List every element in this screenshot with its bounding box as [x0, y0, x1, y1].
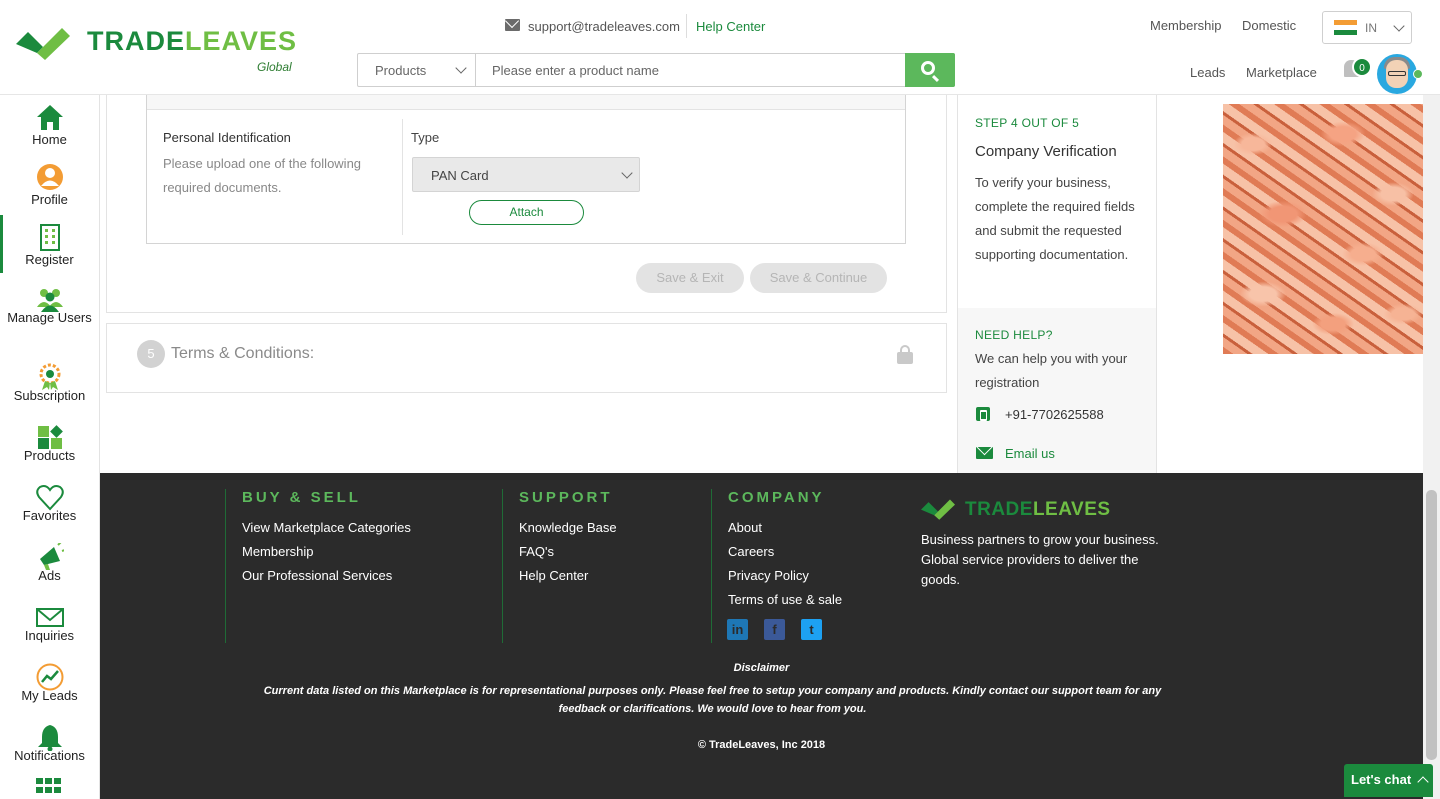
avatar-glasses — [1388, 71, 1406, 76]
chevron-down-icon — [455, 62, 467, 74]
sidebar-item-my-leads[interactable]: My Leads — [0, 657, 99, 715]
footer-link-careers[interactable]: Careers — [728, 544, 774, 559]
sidebar: Home Profile Register Manage Users Subsc… — [0, 95, 100, 799]
search-icon — [921, 61, 935, 75]
step-number-badge: 5 — [137, 340, 165, 368]
lock-icon — [897, 345, 913, 364]
disclaimer-text: Current data listed on this Marketplace … — [263, 685, 1162, 715]
footer-link-about[interactable]: About — [728, 520, 762, 535]
footer-support-heading: SUPPORT — [519, 489, 613, 506]
footer-column-divider — [502, 489, 503, 643]
sidebar-item-profile[interactable]: Profile — [0, 157, 99, 215]
linkedin-icon[interactable]: in — [727, 619, 748, 640]
save-continue-button[interactable]: Save & Continue — [750, 263, 887, 293]
footer-link-knowledge-base[interactable]: Knowledge Base — [519, 520, 617, 535]
sidebar-item-home[interactable]: Home — [0, 97, 99, 155]
sidebar-item-notifications[interactable]: Notifications — [0, 717, 99, 775]
sidebar-item-manage-users[interactable]: Manage Users — [0, 279, 99, 337]
terms-conditions-title: Terms & Conditions: — [171, 345, 315, 362]
sidebar-item-subscription[interactable]: Subscription — [0, 357, 99, 415]
footer-link-privacy-policy[interactable]: Privacy Policy — [728, 568, 809, 583]
scrollbar-thumb[interactable] — [1426, 490, 1437, 760]
type-label: Type — [411, 130, 440, 145]
sidebar-item-register[interactable]: Register — [0, 215, 99, 273]
need-help-title: NEED HELP? — [975, 328, 1053, 342]
domestic-link[interactable]: Domestic — [1242, 18, 1296, 33]
footer-link-professional-services[interactable]: Our Professional Services — [242, 568, 392, 583]
marketplace-link[interactable]: Marketplace — [1246, 65, 1317, 80]
help-center-link[interactable]: Help Center — [696, 19, 765, 34]
footer-link-membership[interactable]: Membership — [242, 544, 314, 559]
footer-link-terms-of-use[interactable]: Terms of use & sale — [728, 592, 842, 607]
disclaimer-title: Disclaimer — [733, 662, 790, 674]
company-verification-description: To verify your business, complete the re… — [975, 175, 1135, 262]
support-email-link[interactable]: support@tradeleaves.com — [528, 19, 680, 34]
footer-logo-icon[interactable] — [921, 498, 955, 520]
sidebar-item-ads[interactable]: Ads — [0, 537, 99, 595]
footer-company-heading: COMPANY — [728, 489, 825, 506]
copyright-text: © TradeLeaves, Inc 2018 — [697, 739, 826, 751]
grid-icon[interactable] — [36, 778, 62, 799]
logo-wordmark[interactable]: TRADELEAVES — [87, 26, 297, 57]
top-header: TRADELEAVES Global support@tradeleaves.c… — [0, 0, 1440, 95]
footer-column-divider — [711, 489, 712, 643]
leads-link[interactable]: Leads — [1190, 65, 1225, 80]
footer-link-faqs[interactable]: FAQ's — [519, 544, 554, 559]
tradeleaves-logo-icon[interactable] — [16, 26, 70, 60]
building-icon — [40, 224, 60, 251]
shrimp-product-image — [1223, 104, 1423, 354]
footer-column-divider — [225, 489, 226, 643]
need-help-description: We can help you with your registration — [975, 351, 1128, 390]
logo-subtitle: Global — [257, 60, 292, 74]
footer-buy-sell-heading: BUY & SELL — [242, 489, 361, 506]
sidebar-item-inquiries[interactable]: Inquiries — [0, 597, 99, 655]
notification-count-badge: 0 — [1352, 57, 1372, 77]
document-type-select[interactable]: PAN Card — [412, 157, 640, 192]
attach-button[interactable]: Attach — [469, 200, 584, 225]
search-button[interactable] — [905, 53, 955, 87]
step-progress-label: STEP 4 OUT OF 5 — [975, 116, 1080, 130]
personal-identification-description: Please upload one of the following requi… — [163, 156, 362, 195]
footer-logo-wordmark[interactable]: TRADELEAVES — [965, 499, 1111, 521]
email-icon — [976, 447, 993, 459]
support-phone-link[interactable]: +91-7702625588 — [1005, 407, 1104, 422]
sidebar-item-favorites[interactable]: Favorites — [0, 477, 99, 535]
user-avatar[interactable] — [1377, 54, 1417, 94]
mail-icon — [505, 19, 520, 31]
footer-link-marketplace-categories[interactable]: View Marketplace Categories — [242, 520, 411, 535]
search-input[interactable] — [478, 55, 898, 85]
profile-icon — [37, 164, 63, 190]
lets-chat-button[interactable]: Let's chat — [1344, 764, 1433, 797]
divider — [402, 119, 403, 235]
country-selector[interactable]: IN — [1322, 11, 1412, 44]
search-bar: Products — [357, 53, 955, 87]
personal-identification-title: Personal Identification — [163, 130, 291, 145]
india-flag-icon — [1334, 20, 1357, 35]
section-header-strip — [147, 95, 905, 110]
membership-link[interactable]: Membership — [1150, 18, 1222, 33]
search-category-select[interactable]: Products — [358, 54, 476, 86]
phone-icon — [976, 407, 990, 421]
chevron-down-icon — [621, 167, 633, 179]
twitter-icon[interactable]: t — [801, 619, 822, 640]
chevron-down-icon — [1393, 20, 1405, 32]
home-icon — [37, 105, 63, 130]
facebook-icon[interactable]: f — [764, 619, 785, 640]
email-us-link[interactable]: Email us — [1005, 446, 1055, 461]
sidebar-item-products[interactable]: Products — [0, 417, 99, 475]
divider — [686, 14, 687, 38]
chevron-up-icon — [1417, 776, 1429, 788]
company-verification-title: Company Verification — [975, 143, 1117, 160]
footer-tagline: Business partners to grow your business.… — [921, 532, 1159, 587]
footer-link-help-center[interactable]: Help Center — [519, 568, 588, 583]
online-status-dot — [1413, 69, 1423, 79]
save-exit-button[interactable]: Save & Exit — [636, 263, 744, 293]
